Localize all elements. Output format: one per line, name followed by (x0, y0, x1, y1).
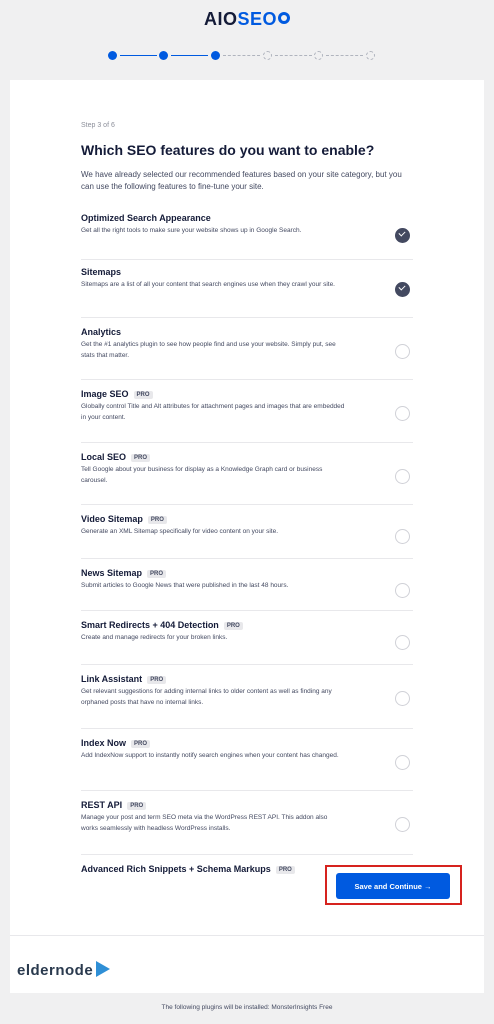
unchecked-checkbox-icon[interactable] (395, 635, 410, 650)
unchecked-checkbox-icon[interactable] (395, 406, 410, 421)
unchecked-checkbox-icon[interactable] (395, 755, 410, 770)
footer-bar: eldernode (10, 935, 484, 993)
feature-title: Optimized Search Appearance (81, 213, 211, 223)
unchecked-checkbox-icon[interactable] (395, 469, 410, 484)
intro-text: We have already selected our recommended… (81, 170, 402, 191)
feature-row[interactable]: Index Now PRO Add IndexNow support to inst… (81, 728, 413, 790)
feature-description: Create and manage redirects for your bro… (81, 634, 228, 641)
feature-description: Submit articles to Google News that were… (81, 582, 289, 589)
feature-row[interactable]: Analytics Get the #1 analytics plugin to … (81, 317, 413, 379)
feature-title: Sitemaps (81, 267, 122, 277)
feature-title: Image SEO PRO (81, 389, 153, 399)
pro-badge: PRO (275, 866, 295, 874)
step-3-indicator (211, 51, 220, 60)
pro-badge: PRO (131, 454, 151, 462)
page-title: Which SEO features do you want to enable… (81, 142, 375, 158)
feature-description: Get the #1 analytics plugin to see how p… (81, 341, 336, 359)
step-5-indicator (314, 51, 323, 60)
unchecked-checkbox-icon[interactable] (395, 691, 410, 706)
step-1-indicator (108, 51, 117, 60)
pro-badge: PRO (223, 622, 243, 630)
feature-title: Advanced Rich Snippets + Schema Markups P… (81, 864, 295, 874)
step-2-indicator (159, 51, 168, 60)
step-6-indicator (366, 51, 375, 60)
unchecked-checkbox-icon[interactable] (395, 344, 410, 359)
feature-row[interactable]: News Sitemap PRO Submit articles to Google… (81, 558, 413, 610)
feature-title: Index Now PRO (81, 738, 151, 748)
checked-checkbox-icon[interactable] (395, 282, 410, 297)
feature-description: Manage your post and term SEO meta via t… (81, 814, 328, 832)
feature-row[interactable]: Local SEO PRO Tell Google about your busin… (81, 442, 413, 504)
pro-badge: PRO (147, 516, 167, 524)
feature-title: Link Assistant PRO (81, 674, 167, 684)
feature-title: Smart Redirects + 404 Detection PRO (81, 620, 243, 630)
feature-row[interactable]: REST API PRO Manage your post and term SEO… (81, 790, 413, 854)
pro-badge: PRO (131, 740, 151, 748)
feature-description: Sitemaps are a list of all your content … (81, 281, 335, 288)
pro-badge: PRO (133, 391, 153, 399)
wizard-stepper (108, 50, 378, 62)
unchecked-checkbox-icon[interactable] (395, 817, 410, 832)
logo-gear-icon (278, 12, 291, 24)
unchecked-checkbox-icon[interactable] (395, 583, 410, 598)
feature-row[interactable]: Link Assistant PRO Get relevant suggestion… (81, 664, 413, 728)
save-and-continue-button[interactable]: Save and Continue → (336, 873, 450, 899)
step-4-indicator (263, 51, 272, 60)
step-label: Step 3 of 6 (81, 122, 115, 129)
eldernode-logo: eldernode (17, 961, 111, 979)
feature-title: News Sitemap PRO (81, 568, 167, 578)
aioseo-logo: AIOSEO (0, 9, 494, 30)
feature-description: Tell Google about your business for disp… (81, 466, 323, 484)
feature-row[interactable]: Optimized Search Appearance Get all the r… (81, 213, 413, 259)
feature-row[interactable]: Video Sitemap PRO Generate an XML Sitemap … (81, 504, 413, 558)
feature-title: Local SEO PRO (81, 452, 151, 462)
feature-row[interactable]: Smart Redirects + 404 Detection PRO Create… (81, 610, 413, 664)
checked-checkbox-icon[interactable] (395, 228, 410, 243)
pro-badge: PRO (127, 802, 147, 810)
pro-badge: PRO (147, 676, 167, 684)
unchecked-checkbox-icon[interactable] (395, 529, 410, 544)
brand-arrow-icon (96, 961, 111, 977)
wizard-card: Step 3 of 6 Which SEO features do you wa… (10, 80, 484, 993)
feature-description: Add IndexNow support to instantly notify… (81, 752, 339, 759)
install-note: The following plugins will be installed:… (161, 1004, 333, 1011)
feature-title: Video Sitemap PRO (81, 514, 167, 524)
feature-row[interactable]: Image SEO PRO Globally control Title and A… (81, 379, 413, 442)
feature-description: Generate an XML Sitemap specifically for… (81, 528, 279, 535)
feature-description: Get relevant suggestions for adding inte… (81, 688, 332, 706)
feature-row[interactable]: Sitemaps Sitemaps are a list of all your … (81, 259, 413, 317)
feature-description: Globally control Title and Alt attribute… (81, 403, 345, 421)
pro-badge: PRO (147, 570, 167, 578)
feature-description: Get all the right tools to make sure you… (81, 227, 302, 234)
feature-title: REST API PRO (81, 800, 147, 810)
feature-title: Analytics (81, 327, 122, 337)
